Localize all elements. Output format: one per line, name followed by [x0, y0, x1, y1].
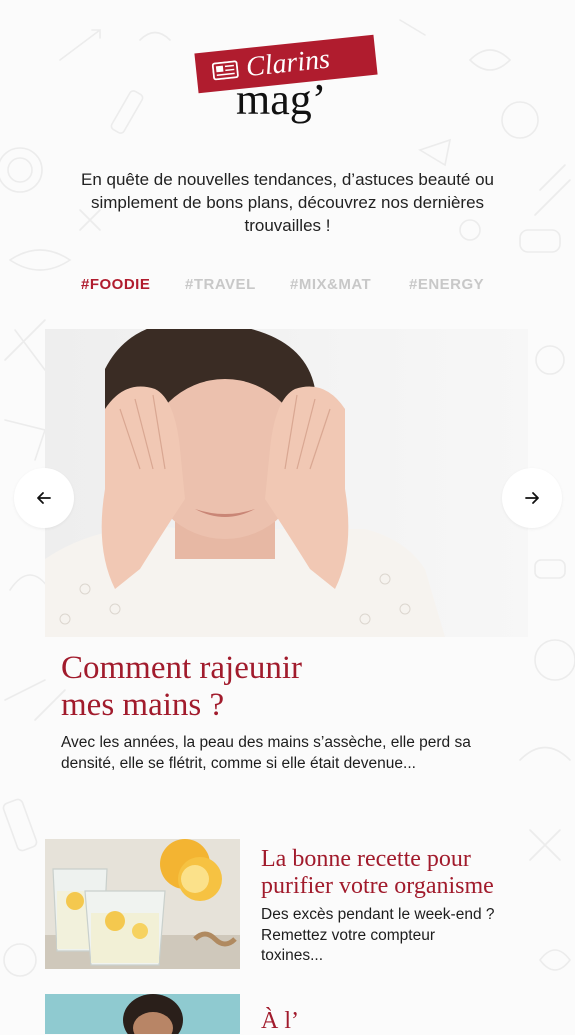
hero-article-excerpt: Avec les années, la peau des mains s’ass… — [61, 734, 471, 772]
hero-illustration — [45, 329, 528, 637]
hero-title-line-1: Comment rajeunir — [61, 650, 303, 686]
clarins-mag-logo[interactable]: Clarins mag’ — [190, 34, 390, 134]
tab-mix-mat[interactable]: #MIX&MAT — [290, 276, 371, 293]
tab-foodie[interactable]: #FOODIE — [81, 276, 150, 293]
carousel-prev-button[interactable] — [14, 468, 74, 528]
hero-image[interactable] — [45, 329, 528, 637]
tab-travel[interactable]: #TRAVEL — [185, 276, 256, 293]
category-tabs: #FOODIE #TRAVEL #MIX&MAT #ENERGY — [0, 276, 575, 300]
arrow-left-icon — [37, 492, 51, 504]
article-excerpt: Des excès pendant le week-end ? Remettez… — [261, 906, 495, 964]
page-content: Clarins mag’ En quête de nouvelles tenda… — [0, 0, 575, 1034]
logo-mag-text: mag’ — [236, 75, 327, 124]
article-thumbnail[interactable] — [45, 839, 240, 969]
tab-energy[interactable]: #ENERGY — [409, 276, 484, 293]
detox-drinks-illustration — [45, 839, 240, 969]
hero-article-title[interactable]: Comment rajeunir mes mains ? — [61, 650, 381, 724]
hero-title-line-2: mes mains ? — [61, 687, 225, 723]
article-title[interactable]: La bonne recette pour purifier votre org… — [261, 846, 541, 900]
intro-text: En quête de nouvelles tendances, d’astuc… — [80, 170, 495, 235]
article-thumbnail-2[interactable] — [45, 994, 240, 1034]
carousel-next-button[interactable] — [502, 468, 562, 528]
arrow-right-icon — [525, 492, 539, 504]
portrait-illustration — [45, 994, 240, 1034]
